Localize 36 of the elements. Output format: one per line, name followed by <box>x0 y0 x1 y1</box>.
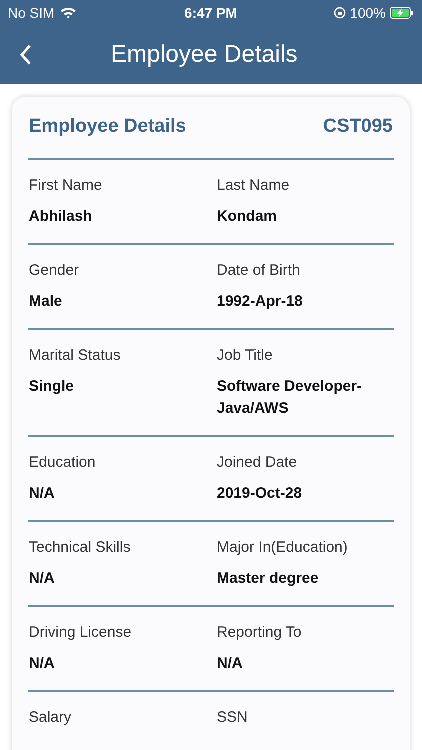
field-label: Marital Status <box>29 346 122 366</box>
wifi-icon <box>60 7 77 19</box>
field-label: First Name <box>29 176 104 196</box>
field-value: Software Developer-Java/AWS <box>217 376 364 418</box>
employee-code: CST095 <box>323 115 393 139</box>
field-value: Single <box>29 376 76 396</box>
field-label: Joined Date <box>217 452 298 472</box>
field-label: Education <box>29 452 97 472</box>
field-value: Master degree <box>217 568 320 588</box>
field-value: N/A <box>29 568 56 588</box>
field-label: Driving License <box>29 622 133 642</box>
back-chevron-icon <box>19 44 33 66</box>
field-label: SSN <box>217 708 249 728</box>
field-label: Reporting To <box>217 622 303 642</box>
battery-percent: 100% <box>350 4 386 22</box>
field-label: Last Name <box>217 176 291 196</box>
clock-text: 6:47 PM <box>184 4 238 22</box>
field-value: N/A <box>29 484 56 504</box>
rotation-lock-icon <box>334 7 346 19</box>
field-value: Kondam <box>217 206 278 226</box>
field-value: Male <box>29 292 64 312</box>
field-value: N/A <box>29 654 56 674</box>
field-label: Gender <box>29 260 80 280</box>
field-label: Salary <box>29 708 73 728</box>
field-value: 1992-Apr-18 <box>217 292 304 312</box>
field-label: Date of Birth <box>217 260 302 280</box>
field-label: Major In(Education) <box>217 538 349 558</box>
battery-charging-icon <box>390 7 414 19</box>
page-title: Employee Details <box>111 40 298 70</box>
field-value: Abhilash <box>29 206 94 226</box>
field-label: Job Title <box>217 346 274 366</box>
field-value: N/A <box>217 654 244 674</box>
carrier-text: No SIM <box>8 4 55 22</box>
field-label: Technical Skills <box>29 538 132 558</box>
field-value: 2019-Oct-28 <box>217 484 304 504</box>
card-title: Employee Details <box>29 115 186 139</box>
